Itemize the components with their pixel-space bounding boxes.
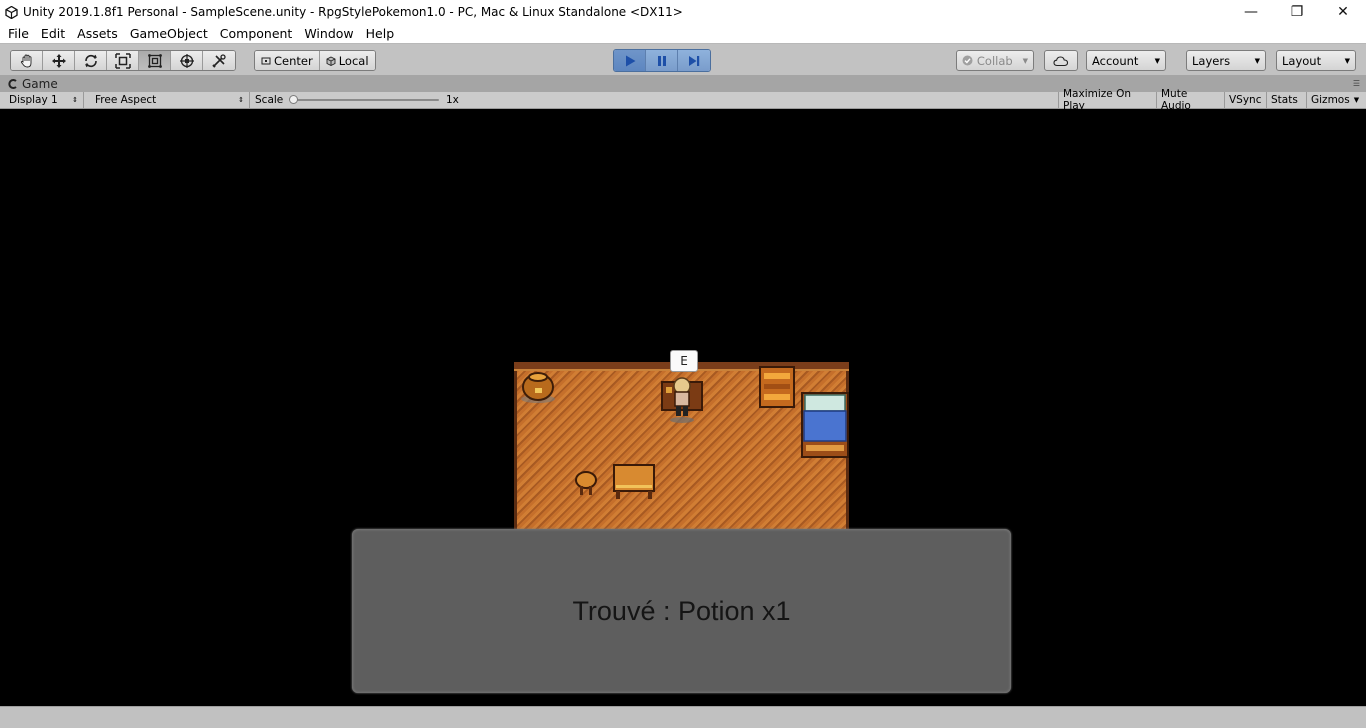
menu-component[interactable]: Component [214,26,299,41]
display-dropdown[interactable]: Display 1 ⇕ [4,92,84,108]
unity-logo-icon [4,5,18,19]
game-view[interactable]: E Trouvé : Potion x1 [0,109,1366,706]
scale-tool-button[interactable] [107,51,139,70]
rotate-tool-button[interactable] [75,51,107,70]
updown-arrow-icon: ⇕ [238,96,244,104]
player-character-sprite [661,377,703,423]
pause-button[interactable] [646,50,678,71]
layers-dropdown[interactable]: Layers ▼ [1186,50,1266,71]
pivot-local-button[interactable]: Local [319,51,375,70]
pivot-center-button[interactable]: Center [255,51,320,70]
scale-value: 1x [446,94,459,106]
step-button[interactable] [678,50,710,71]
display-label: Display 1 [9,94,58,106]
maximize-on-play-toggle[interactable]: Maximize On Play [1058,88,1156,112]
chevron-down-icon: ▼ [1254,56,1260,65]
pivot-center-icon [261,57,271,64]
minimize-button[interactable]: — [1228,0,1274,24]
status-bar [0,706,1366,728]
pivot-local-label: Local [338,53,369,68]
scale-label: Scale [255,94,284,106]
chevron-down-icon: ▼ [1022,56,1028,65]
layers-label: Layers [1192,53,1231,68]
bed-sprite [801,392,849,458]
chevron-down-icon: ▼ [1154,56,1160,65]
layout-label: Layout [1282,53,1322,68]
menu-gameobject[interactable]: GameObject [124,26,214,41]
cabinet-sprite [759,366,795,408]
stats-toggle[interactable]: Stats [1266,92,1306,108]
playmode-controls [613,49,711,72]
layout-dropdown[interactable]: Layout ▼ [1276,50,1356,71]
transform-tool-button[interactable] [171,51,203,70]
collab-check-icon [962,55,973,66]
menu-window[interactable]: Window [298,26,359,41]
collab-label: Collab [976,53,1013,68]
menu-help[interactable]: Help [360,26,401,41]
rect-icon [147,53,162,68]
cloud-icon [1053,55,1069,66]
aspect-dropdown[interactable]: Free Aspect ⇕ [90,92,250,108]
clay-pot-sprite [521,372,555,403]
tab-options-icon[interactable]: ☰ [1353,79,1360,88]
menu-edit[interactable]: Edit [35,26,71,41]
scale-icon [114,52,131,69]
vsync-label: VSync [1229,94,1262,106]
pause-icon [657,55,666,66]
stats-label: Stats [1271,94,1298,106]
menu-assets[interactable]: Assets [71,26,124,41]
gizmos-label: Gizmos [1311,94,1350,106]
scale-slider-thumb[interactable] [289,95,298,104]
interact-prompt: E [670,350,698,372]
collab-dropdown[interactable]: Collab ▼ [956,50,1034,71]
dialog-text: Trouvé : Potion x1 [572,595,791,626]
vsync-toggle[interactable]: VSync [1224,92,1266,108]
game-view-controls: Display 1 ⇕ Free Aspect ⇕ Scale 1x Maxim… [0,88,1366,112]
rect-tool-button[interactable] [139,51,171,70]
move-tool-button[interactable] [43,51,75,70]
tab-game[interactable]: Game [4,76,64,92]
dialog-box: Trouvé : Potion x1 [352,529,1011,693]
chevron-down-icon: ▼ [1353,96,1360,104]
menu-file[interactable]: File [2,26,35,41]
account-label: Account [1092,53,1139,68]
pivot-toggles: Center Local [254,50,376,71]
aspect-label: Free Aspect [95,94,157,106]
tab-game-label: Game [22,77,58,91]
pivot-center-label: Center [274,53,313,68]
title-bar: Unity 2019.1.8f1 Personal - SampleScene.… [0,0,1366,24]
local-cube-icon [326,55,336,66]
rotate-icon [84,54,97,67]
menu-bar: File Edit Assets GameObject Component Wi… [0,24,1366,43]
play-button[interactable] [614,50,646,71]
transform-icon [179,53,194,68]
restore-button[interactable]: ❐ [1274,0,1320,24]
transform-tools [10,50,236,71]
game-tab-icon [8,79,17,89]
window-controls: — ❐ ✕ [1228,0,1366,24]
chevron-down-icon: ▼ [1344,56,1350,65]
play-icon [625,55,635,66]
account-dropdown[interactable]: Account ▼ [1086,50,1166,71]
gizmos-dropdown[interactable]: Gizmos ▼ [1306,92,1362,108]
scale-slider-track[interactable] [293,99,439,101]
updown-arrow-icon: ⇕ [72,96,78,104]
move-icon [51,53,66,68]
step-icon [689,55,700,66]
custom-tool-button[interactable] [203,51,235,70]
custom-tool-icon [212,53,226,68]
toolbar: Center Local Collab ▼ Account ▼ Layers ▼… [0,43,1366,75]
table-sprite [613,464,655,499]
mute-audio-toggle[interactable]: Mute Audio [1156,88,1224,112]
stool-sprite [575,471,597,495]
cloud-button[interactable] [1044,50,1078,71]
hand-icon [20,54,31,67]
window-title: Unity 2019.1.8f1 Personal - SampleScene.… [23,5,683,19]
hand-tool-button[interactable] [11,51,43,70]
close-button[interactable]: ✕ [1320,0,1366,24]
